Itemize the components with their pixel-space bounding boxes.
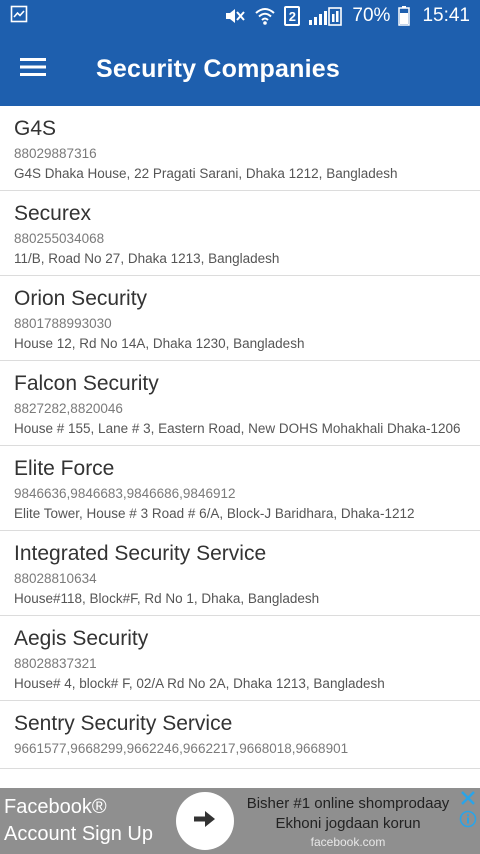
company-name: Sentry Security Service bbox=[14, 712, 233, 735]
company-name: Securex bbox=[14, 202, 92, 225]
company-item-sentry-security-service[interactable]: Sentry Security Service 9661577,9668299,… bbox=[0, 701, 480, 769]
ad-open-button[interactable] bbox=[176, 792, 234, 850]
company-phone: 8827282,8820046 bbox=[14, 401, 123, 416]
company-item-securex[interactable]: Securex 880255034068 11/B, Road No 27, D… bbox=[0, 191, 480, 276]
ad-banner[interactable]: Facebook® Account Sign Up Bisher #1 onli… bbox=[0, 788, 480, 854]
ad-headline: Facebook® Account Sign Up bbox=[4, 794, 153, 848]
company-item-falcon-security[interactable]: Falcon Security 8827282,8820046 House # … bbox=[0, 361, 480, 446]
battery-icon bbox=[398, 6, 411, 26]
hamburger-icon bbox=[20, 57, 46, 82]
wifi-icon bbox=[254, 6, 276, 26]
menu-button[interactable] bbox=[0, 32, 66, 106]
company-item-g4s[interactable]: G4S 88029887316 G4S Dhaka House, 22 Prag… bbox=[0, 106, 480, 191]
mute-icon bbox=[224, 7, 246, 25]
company-name: G4S bbox=[14, 117, 57, 140]
app-bar: Security Companies bbox=[0, 32, 480, 106]
clock: 15:41 bbox=[422, 5, 470, 26]
company-item-aegis-security[interactable]: Aegis Security 88028837321 House# 4, blo… bbox=[0, 616, 480, 701]
company-address: 11/B, Road No 27, Dhaka 1213, Bangladesh bbox=[14, 251, 280, 266]
company-name: Falcon Security bbox=[14, 372, 159, 395]
company-item-elite-force[interactable]: Elite Force 9846636,9846683,9846686,9846… bbox=[0, 446, 480, 531]
company-phone: 9846636,9846683,9846686,9846912 bbox=[14, 486, 236, 501]
arrow-right-icon bbox=[194, 810, 216, 832]
company-name: Integrated Security Service bbox=[14, 542, 267, 565]
signal-icon bbox=[308, 6, 344, 26]
page-title: Security Companies bbox=[96, 54, 340, 83]
company-phone: 88029887316 bbox=[14, 146, 97, 161]
company-name: Elite Force bbox=[14, 457, 115, 480]
company-phone: 88028837321 bbox=[14, 656, 97, 671]
ad-description: Bisher #1 online shomprodaay Ekhoni jogd… bbox=[238, 794, 458, 850]
company-item-orion-security[interactable]: Orion Security 8801788993030 House 12, R… bbox=[0, 276, 480, 361]
company-address: G4S Dhaka House, 22 Pragati Sarani, Dhak… bbox=[14, 166, 398, 181]
ad-description-line2: Ekhoni jogdaan korun bbox=[275, 815, 421, 832]
company-item-integrated-security-service[interactable]: Integrated Security Service 88028810634 … bbox=[0, 531, 480, 616]
sim-icon: 2 bbox=[284, 6, 301, 26]
company-address: Elite Tower, House # 3 Road # 6/A, Block… bbox=[14, 506, 415, 521]
company-address: House# 4, block# F, 02/A Rd No 2A, Dhaka… bbox=[14, 676, 385, 691]
company-address: House#118, Block#F, Rd No 1, Dhaka, Bang… bbox=[14, 591, 320, 606]
ad-info-icon[interactable] bbox=[459, 810, 477, 828]
ad-headline-line1: Facebook® bbox=[4, 796, 107, 818]
ad-headline-line2: Account Sign Up bbox=[4, 823, 153, 845]
battery-percent: 70% bbox=[352, 5, 391, 26]
company-phone: 880255034068 bbox=[14, 231, 105, 246]
company-phone: 8801788993030 bbox=[14, 316, 112, 331]
ad-domain: facebook.com bbox=[310, 835, 386, 849]
company-name: Orion Security bbox=[14, 287, 148, 310]
status-bar: 2 70% 15:41 bbox=[0, 0, 480, 32]
company-phone: 88028810634 bbox=[14, 571, 97, 586]
company-list[interactable]: G4S 88029887316 G4S Dhaka House, 22 Prag… bbox=[0, 106, 480, 788]
ad-description-line1: Bisher #1 online shomprodaay bbox=[246, 795, 450, 812]
company-address: House 12, Rd No 14A, Dhaka 1230, Banglad… bbox=[14, 336, 305, 351]
ad-close-icon[interactable] bbox=[460, 790, 476, 806]
screenshot-notification-icon bbox=[10, 5, 28, 28]
company-address: House # 155, Lane # 3, Eastern Road, New… bbox=[14, 421, 461, 436]
company-name: Aegis Security bbox=[14, 627, 149, 650]
company-phone: 9661577,9668299,9662246,9662217,9668018,… bbox=[14, 741, 349, 756]
